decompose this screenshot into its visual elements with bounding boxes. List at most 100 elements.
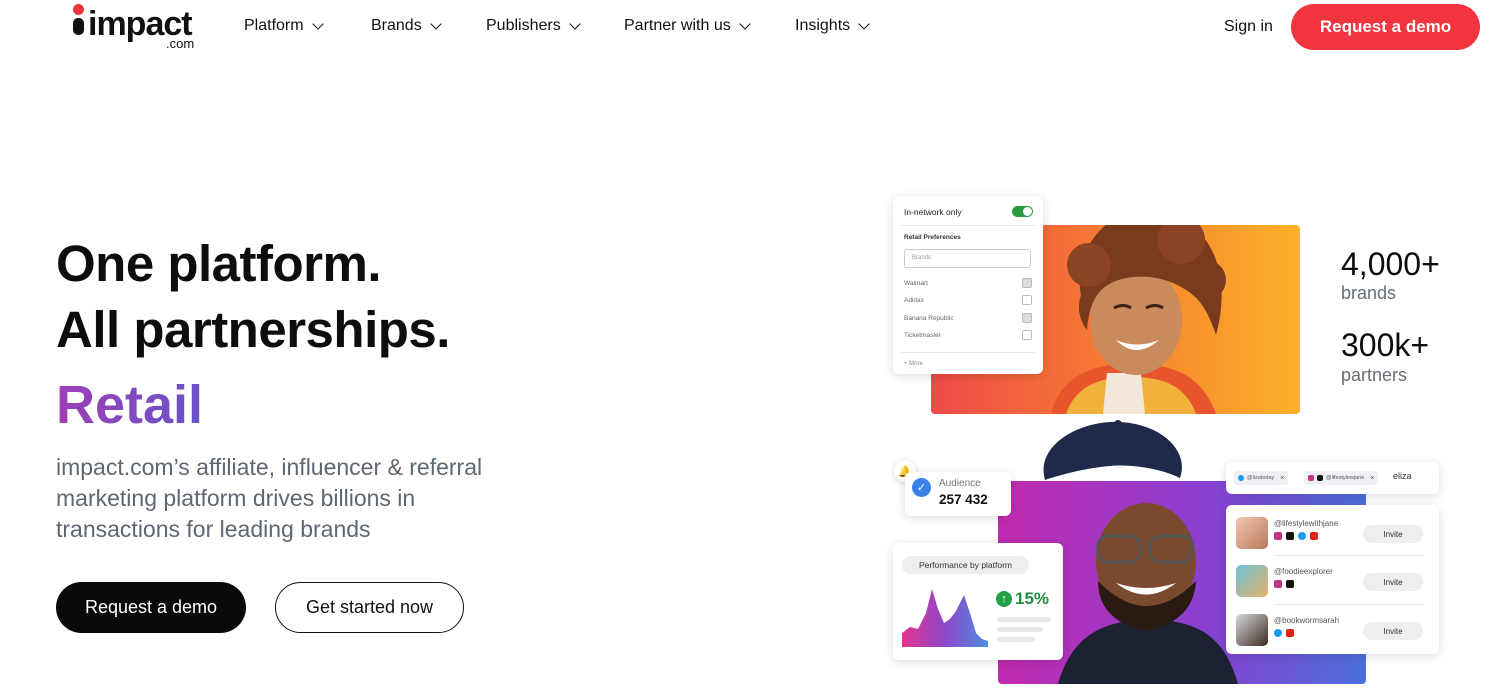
- placeholder-line: [997, 637, 1035, 642]
- social-icons: [1274, 629, 1294, 637]
- search-tag-label: @lizatoday: [1247, 475, 1275, 481]
- nav-item-insights[interactable]: Insights: [795, 17, 870, 35]
- brand-option-adidas[interactable]: Adidas: [904, 295, 1032, 305]
- impact-logo[interactable]: impact .com: [72, 4, 202, 51]
- more-brands-link[interactable]: + More: [904, 361, 923, 367]
- list-item: @lifestylewithjane Invite: [1226, 507, 1439, 555]
- social-icons: [1274, 580, 1294, 588]
- hero-rotating-word: Retail: [56, 375, 204, 435]
- avatar: [1236, 565, 1268, 597]
- retail-preferences-heading: Retail Preferences: [904, 234, 961, 241]
- audience-card: ✓ Audience 257 432: [905, 472, 1011, 516]
- nav-item-label: Publishers: [486, 17, 561, 34]
- brand-option-walmart[interactable]: Walmart: [904, 278, 1032, 288]
- arrow-up-icon: ↑: [996, 591, 1012, 607]
- verified-badge-icon: ✓: [912, 478, 931, 497]
- brands-count-label: brands: [1341, 283, 1397, 303]
- get-started-button[interactable]: Get started now: [275, 582, 464, 633]
- youtube-icon: [1286, 629, 1294, 637]
- chevron-down-icon: [739, 17, 751, 30]
- influencer-search-bar[interactable]: @lizatoday × @lifestylewjane × eliza: [1226, 462, 1439, 494]
- partners-count: 300k+: [1341, 327, 1430, 363]
- search-tag-label: @lifestylewjane: [1326, 475, 1365, 481]
- avatar: [1236, 614, 1268, 646]
- in-network-toggle[interactable]: [1012, 206, 1033, 217]
- brand-option-label: Ticketmaster: [904, 332, 941, 339]
- top-nav: impact .com Platform Brands Publishers P…: [0, 0, 1498, 56]
- placeholder-line: [997, 627, 1043, 632]
- checkbox-checked-icon[interactable]: [1022, 313, 1032, 323]
- checkbox-checked-icon[interactable]: [1022, 278, 1032, 288]
- request-demo-button[interactable]: Request a demo: [56, 582, 246, 633]
- logo-black-dot: [73, 18, 84, 35]
- influencer-handle: @lifestylewithjane: [1274, 519, 1339, 528]
- youtube-icon: [1310, 532, 1318, 540]
- placeholder-line: [997, 617, 1051, 622]
- logo-suffix: .com: [166, 36, 195, 51]
- hero-description: impact.com’s affiliate, influencer & ref…: [56, 454, 483, 542]
- divider: [901, 225, 1035, 226]
- chevron-down-icon: [569, 17, 581, 30]
- hero-title-line-2: All partnerships.: [56, 301, 450, 358]
- influencer-handle: @bookwormsarah: [1274, 616, 1340, 625]
- tiktok-icon: [1286, 532, 1294, 540]
- logo-red-dot: [73, 4, 84, 15]
- retail-filter-panel: In-network only Retail Preferences Brand…: [893, 196, 1043, 374]
- divider: [901, 352, 1035, 353]
- avatar: [1236, 517, 1268, 549]
- performance-card: Performance by platform ↑ 15%: [893, 543, 1063, 660]
- checkbox-icon[interactable]: [1022, 330, 1032, 340]
- search-tag[interactable]: @lizatoday ×: [1234, 471, 1289, 485]
- audience-value: 257 432: [939, 492, 988, 507]
- audience-label: Audience: [939, 478, 981, 489]
- brands-search-input[interactable]: Brands: [904, 249, 1031, 268]
- nav-item-label: Platform: [244, 17, 304, 34]
- performance-title: Performance by platform: [902, 556, 1029, 574]
- tiktok-icon: [1317, 475, 1323, 481]
- invite-button[interactable]: Invite: [1363, 525, 1423, 543]
- search-typed-text[interactable]: eliza: [1393, 471, 1412, 481]
- chevron-down-icon: [430, 17, 442, 30]
- nav-item-label: Partner with us: [624, 17, 731, 34]
- hero-title-line-1: One platform.: [56, 235, 382, 292]
- chevron-down-icon: [311, 17, 324, 30]
- list-item: @foodieexplorer Invite: [1226, 555, 1439, 603]
- influencer-handle: @foodieexplorer: [1274, 567, 1333, 576]
- nav-item-label: Insights: [795, 17, 851, 34]
- brand-option-label: Banana Republic: [904, 315, 954, 322]
- search-tag[interactable]: @lifestylewjane ×: [1304, 471, 1379, 485]
- chevron-down-icon: [858, 17, 870, 30]
- request-demo-button-header[interactable]: Request a demo: [1291, 4, 1480, 50]
- close-icon[interactable]: ×: [1370, 475, 1374, 482]
- beret-hat: [1043, 420, 1182, 480]
- partners-count-label: partners: [1341, 365, 1408, 385]
- performance-change: 15%: [1015, 589, 1050, 608]
- social-icons: [1274, 532, 1318, 540]
- tiktok-icon: [1286, 580, 1294, 588]
- brand-option-label: Adidas: [904, 297, 924, 304]
- performance-area-chart: [902, 589, 988, 647]
- twitter-icon: [1274, 629, 1282, 637]
- brand-option-banana-republic[interactable]: Banana Republic: [904, 313, 1032, 323]
- list-item: @bookwormsarah Invite: [1226, 604, 1439, 652]
- brands-count: 4,000+: [1341, 246, 1440, 282]
- instagram-icon: [1274, 580, 1282, 588]
- nav-item-partner-with-us[interactable]: Partner with us: [624, 17, 751, 35]
- instagram-icon: [1308, 475, 1314, 481]
- brand-option-label: Walmart: [904, 280, 928, 287]
- in-network-label: In-network only: [904, 207, 962, 217]
- nav-item-platform[interactable]: Platform: [244, 17, 324, 35]
- nav-item-brands[interactable]: Brands: [371, 17, 442, 35]
- nav-item-label: Brands: [371, 17, 422, 34]
- checkbox-icon[interactable]: [1022, 295, 1032, 305]
- influencer-list: @lifestylewithjane Invite @foodieexplore…: [1226, 505, 1439, 654]
- twitter-icon: [1238, 475, 1244, 481]
- sign-in-link[interactable]: Sign in: [1224, 18, 1273, 36]
- instagram-icon: [1274, 532, 1282, 540]
- close-icon[interactable]: ×: [1280, 475, 1284, 482]
- invite-button[interactable]: Invite: [1363, 573, 1423, 591]
- brand-option-ticketmaster[interactable]: Ticketmaster: [904, 330, 1032, 340]
- twitter-icon: [1298, 532, 1306, 540]
- invite-button[interactable]: Invite: [1363, 622, 1423, 640]
- nav-item-publishers[interactable]: Publishers: [486, 17, 581, 35]
